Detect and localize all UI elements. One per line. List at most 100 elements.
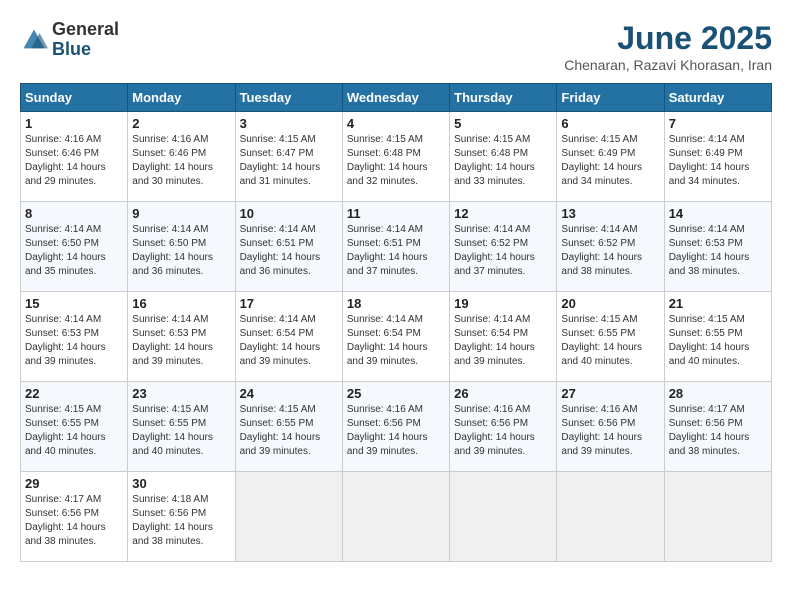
day-number: 21 (669, 296, 767, 311)
day-number: 20 (561, 296, 659, 311)
day-number: 25 (347, 386, 445, 401)
day-number: 5 (454, 116, 552, 131)
week-row-1: 1Sunrise: 4:16 AM Sunset: 6:46 PM Daylig… (21, 112, 772, 202)
day-number: 23 (132, 386, 230, 401)
day-info: Sunrise: 4:16 AM Sunset: 6:46 PM Dayligh… (132, 133, 230, 189)
day-info: Sunrise: 4:16 AM Sunset: 6:56 PM Dayligh… (347, 403, 445, 459)
day-info: Sunrise: 4:16 AM Sunset: 6:56 PM Dayligh… (454, 403, 552, 459)
calendar-cell: 25 Sunrise: 4:16 AM Sunset: 6:56 PM Dayli… (342, 382, 449, 472)
calendar-cell: 24Sunrise: 4:15 AM Sunset: 6:55 PM Dayli… (235, 382, 342, 472)
calendar-cell: 1Sunrise: 4:16 AM Sunset: 6:46 PM Daylig… (21, 112, 128, 202)
calendar-cell: 18 Sunrise: 4:14 AM Sunset: 6:54 PM Dayli… (342, 292, 449, 382)
day-number: 22 (25, 386, 123, 401)
calendar-cell: 29 Sunrise: 4:17 AM Sunset: 6:56 PM Dayli… (21, 472, 128, 562)
day-number: 28 (669, 386, 767, 401)
day-number: 4 (347, 116, 445, 131)
day-number: 18 (347, 296, 445, 311)
day-info: Sunrise: 4:14 AM Sunset: 6:51 PM Dayligh… (347, 223, 445, 279)
day-info: Sunrise: 4:14 AM Sunset: 6:53 PM Dayligh… (25, 313, 123, 369)
calendar-cell: 20 Sunrise: 4:15 AM Sunset: 6:55 PM Dayli… (557, 292, 664, 382)
week-row-4: 22 Sunrise: 4:15 AM Sunset: 6:55 PM Dayli… (21, 382, 772, 472)
calendar-cell: 16 Sunrise: 4:14 AM Sunset: 6:53 PM Dayli… (128, 292, 235, 382)
weekday-header-saturday: Saturday (664, 84, 771, 112)
weekday-header-row: SundayMondayTuesdayWednesdayThursdayFrid… (21, 84, 772, 112)
day-info: Sunrise: 4:14 AM Sunset: 6:50 PM Dayligh… (132, 223, 230, 279)
calendar-cell (557, 472, 664, 562)
day-info: Sunrise: 4:14 AM Sunset: 6:54 PM Dayligh… (454, 313, 552, 369)
day-number: 10 (240, 206, 338, 221)
calendar-cell: 27 Sunrise: 4:16 AM Sunset: 6:56 PM Dayli… (557, 382, 664, 472)
calendar-cell: 22 Sunrise: 4:15 AM Sunset: 6:55 PM Dayli… (21, 382, 128, 472)
day-info: Sunrise: 4:17 AM Sunset: 6:56 PM Dayligh… (669, 403, 767, 459)
weekday-header-monday: Monday (128, 84, 235, 112)
day-info: Sunrise: 4:17 AM Sunset: 6:56 PM Dayligh… (25, 493, 123, 549)
calendar-cell: 7Sunrise: 4:14 AM Sunset: 6:49 PM Daylig… (664, 112, 771, 202)
day-info: Sunrise: 4:15 AM Sunset: 6:55 PM Dayligh… (561, 313, 659, 369)
day-number: 11 (347, 206, 445, 221)
day-info: Sunrise: 4:14 AM Sunset: 6:53 PM Dayligh… (132, 313, 230, 369)
calendar-cell: 26 Sunrise: 4:16 AM Sunset: 6:56 PM Dayli… (450, 382, 557, 472)
day-number: 19 (454, 296, 552, 311)
calendar-cell: 6 Sunrise: 4:15 AM Sunset: 6:49 PM Daylig… (557, 112, 664, 202)
day-info: Sunrise: 4:15 AM Sunset: 6:55 PM Dayligh… (132, 403, 230, 459)
day-number: 6 (561, 116, 659, 131)
week-row-5: 29 Sunrise: 4:17 AM Sunset: 6:56 PM Dayli… (21, 472, 772, 562)
calendar-cell: 4Sunrise: 4:15 AM Sunset: 6:48 PM Daylig… (342, 112, 449, 202)
logo-blue: Blue (52, 39, 91, 59)
calendar-cell: 10 Sunrise: 4:14 AM Sunset: 6:51 PM Dayli… (235, 202, 342, 292)
calendar-cell: 8 Sunrise: 4:14 AM Sunset: 6:50 PM Daylig… (21, 202, 128, 292)
day-number: 3 (240, 116, 338, 131)
day-info: Sunrise: 4:14 AM Sunset: 6:50 PM Dayligh… (25, 223, 123, 279)
day-number: 29 (25, 476, 123, 491)
logo-text: General Blue (52, 20, 119, 60)
day-number: 15 (25, 296, 123, 311)
day-number: 17 (240, 296, 338, 311)
calendar-cell: 13Sunrise: 4:14 AM Sunset: 6:52 PM Dayli… (557, 202, 664, 292)
day-info: Sunrise: 4:16 AM Sunset: 6:56 PM Dayligh… (561, 403, 659, 459)
calendar-cell: 9 Sunrise: 4:14 AM Sunset: 6:50 PM Daylig… (128, 202, 235, 292)
week-row-2: 8 Sunrise: 4:14 AM Sunset: 6:50 PM Daylig… (21, 202, 772, 292)
calendar-cell: 5 Sunrise: 4:15 AM Sunset: 6:48 PM Daylig… (450, 112, 557, 202)
calendar-cell: 3 Sunrise: 4:15 AM Sunset: 6:47 PM Daylig… (235, 112, 342, 202)
weekday-header-sunday: Sunday (21, 84, 128, 112)
day-info: Sunrise: 4:15 AM Sunset: 6:55 PM Dayligh… (25, 403, 123, 459)
weekday-header-tuesday: Tuesday (235, 84, 342, 112)
day-number: 2 (132, 116, 230, 131)
day-info: Sunrise: 4:14 AM Sunset: 6:54 PM Dayligh… (347, 313, 445, 369)
week-row-3: 15 Sunrise: 4:14 AM Sunset: 6:53 PM Dayli… (21, 292, 772, 382)
calendar-table: SundayMondayTuesdayWednesdayThursdayFrid… (20, 83, 772, 562)
logo-icon (20, 26, 48, 54)
calendar-cell: 15 Sunrise: 4:14 AM Sunset: 6:53 PM Dayli… (21, 292, 128, 382)
day-info: Sunrise: 4:15 AM Sunset: 6:55 PM Dayligh… (669, 313, 767, 369)
day-info: Sunrise: 4:16 AM Sunset: 6:46 PM Dayligh… (25, 133, 123, 189)
day-number: 7 (669, 116, 767, 131)
day-info: Sunrise: 4:15 AM Sunset: 6:48 PM Dayligh… (454, 133, 552, 189)
calendar-cell: 30Sunrise: 4:18 AM Sunset: 6:56 PM Dayli… (128, 472, 235, 562)
logo: General Blue (20, 20, 119, 60)
day-number: 9 (132, 206, 230, 221)
day-info: Sunrise: 4:14 AM Sunset: 6:51 PM Dayligh… (240, 223, 338, 279)
day-info: Sunrise: 4:15 AM Sunset: 6:49 PM Dayligh… (561, 133, 659, 189)
calendar-cell: 19 Sunrise: 4:14 AM Sunset: 6:54 PM Dayli… (450, 292, 557, 382)
logo-general: General (52, 19, 119, 39)
calendar-cell: 12Sunrise: 4:14 AM Sunset: 6:52 PM Dayli… (450, 202, 557, 292)
day-number: 27 (561, 386, 659, 401)
calendar-cell: 17Sunrise: 4:14 AM Sunset: 6:54 PM Dayli… (235, 292, 342, 382)
weekday-header-friday: Friday (557, 84, 664, 112)
calendar-cell: 11 Sunrise: 4:14 AM Sunset: 6:51 PM Dayli… (342, 202, 449, 292)
location-title: Chenaran, Razavi Khorasan, Iran (564, 57, 772, 73)
month-title: June 2025 (564, 20, 772, 57)
day-number: 30 (132, 476, 230, 491)
day-info: Sunrise: 4:14 AM Sunset: 6:53 PM Dayligh… (669, 223, 767, 279)
day-number: 16 (132, 296, 230, 311)
page-header: General Blue June 2025 Chenaran, Razavi … (20, 20, 772, 73)
calendar-cell: 23 Sunrise: 4:15 AM Sunset: 6:55 PM Dayli… (128, 382, 235, 472)
day-info: Sunrise: 4:15 AM Sunset: 6:47 PM Dayligh… (240, 133, 338, 189)
day-number: 8 (25, 206, 123, 221)
day-number: 14 (669, 206, 767, 221)
day-number: 13 (561, 206, 659, 221)
day-number: 26 (454, 386, 552, 401)
calendar-cell (235, 472, 342, 562)
day-number: 12 (454, 206, 552, 221)
calendar-cell (664, 472, 771, 562)
